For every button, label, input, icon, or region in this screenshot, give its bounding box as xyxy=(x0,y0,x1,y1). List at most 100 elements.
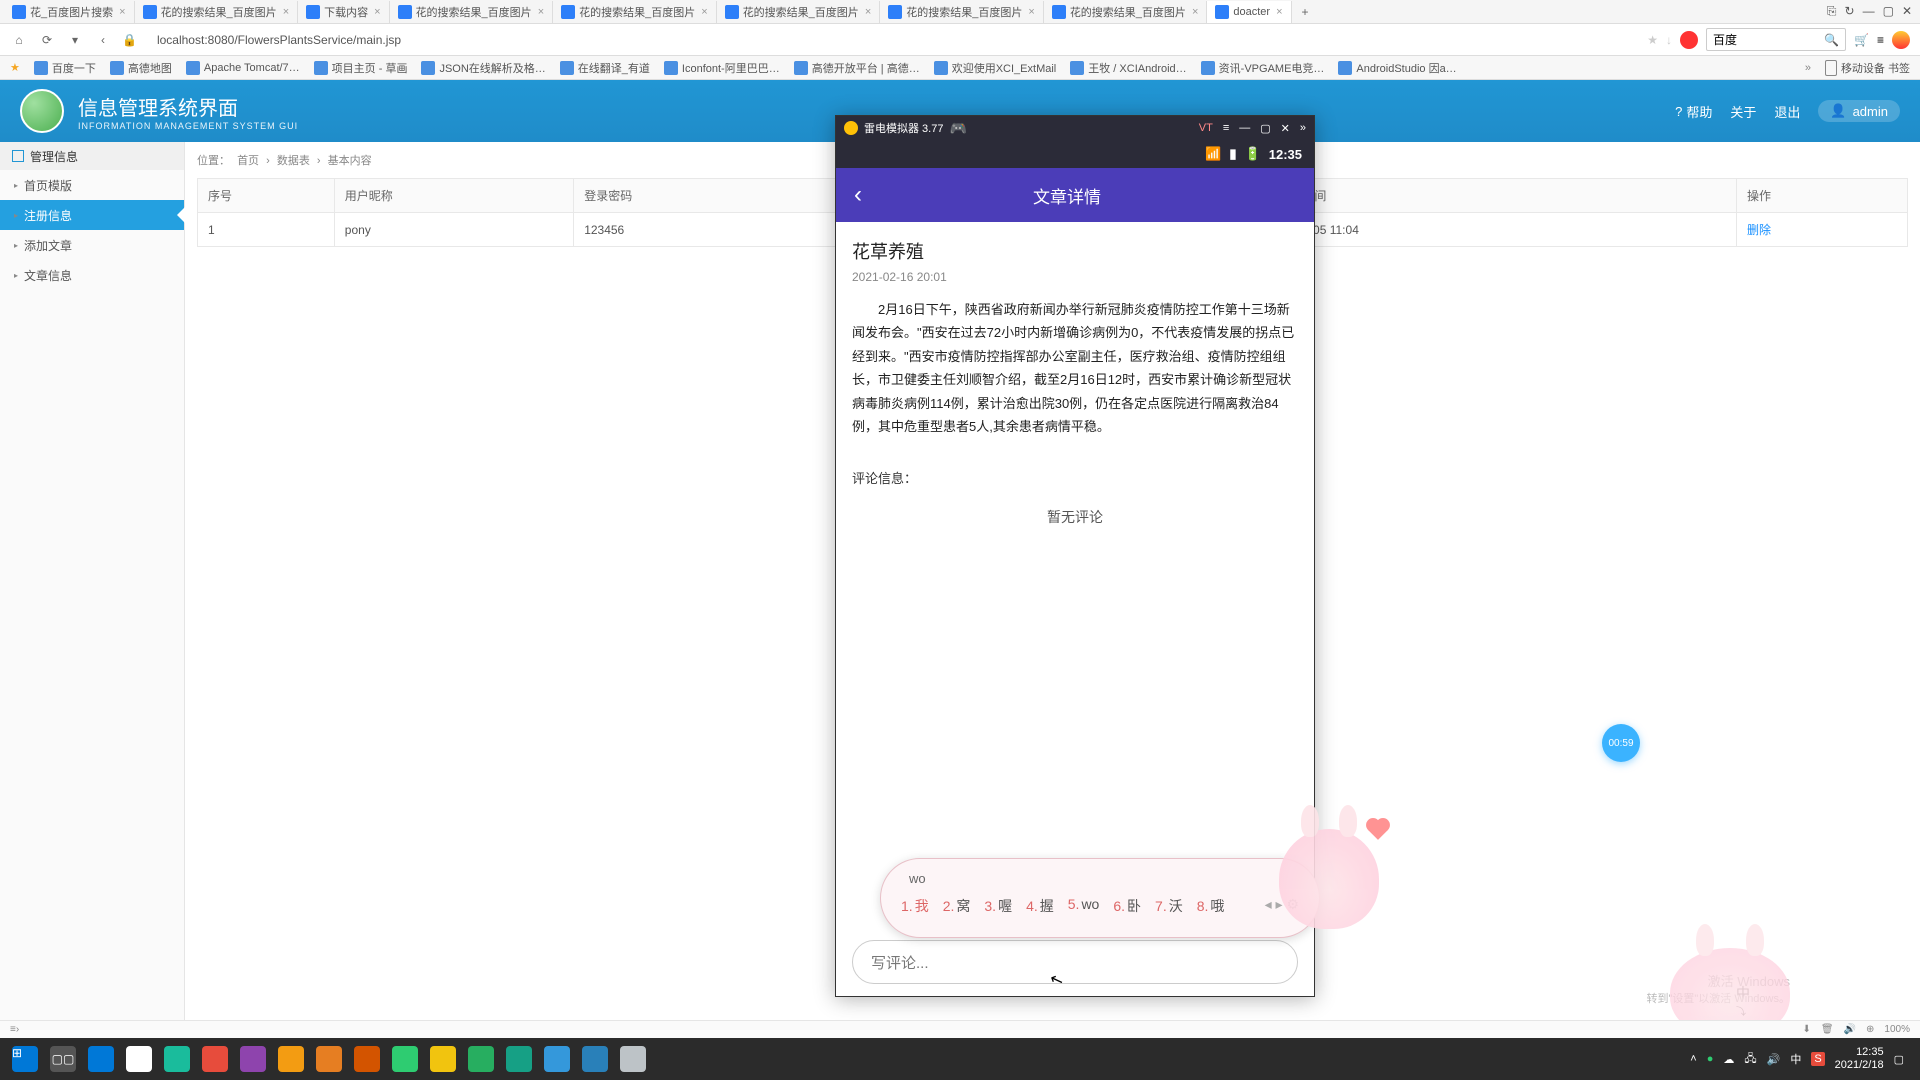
url-field[interactable]: localhost:8080/FlowersPlantsService/main… xyxy=(147,33,401,47)
menu-icon[interactable]: ≡ xyxy=(1877,33,1884,47)
user-pill[interactable]: 👤 admin xyxy=(1818,100,1900,122)
window-control-icon[interactable]: ✕ xyxy=(1902,4,1912,19)
browser-tab[interactable]: 花的搜索结果_百度图片× xyxy=(880,1,1044,23)
taskbar-app-icon[interactable] xyxy=(160,1042,194,1076)
sidebar-item[interactable]: ▸注册信息 xyxy=(0,200,184,230)
browser-tab[interactable]: 花_百度图片搜索× xyxy=(4,1,135,23)
bookmark-item[interactable]: 欢迎使用XCI_ExtMail xyxy=(934,60,1057,76)
cloud-tray-icon[interactable]: ☁ xyxy=(1723,1053,1734,1066)
browser-tab[interactable]: 花的搜索结果_百度图片× xyxy=(135,1,299,23)
cart-icon[interactable]: 🛒 xyxy=(1854,33,1869,47)
recorder-bubble[interactable]: 00:59 xyxy=(1602,724,1640,762)
delete-link[interactable]: 删除 xyxy=(1747,223,1771,237)
taskbar-app-icon[interactable] xyxy=(540,1042,574,1076)
browser-tab[interactable]: 下载内容× xyxy=(298,1,389,23)
zoom-in-icon[interactable]: ⊕ xyxy=(1866,1024,1874,1035)
browser-tab[interactable]: 花的搜索结果_百度图片× xyxy=(390,1,554,23)
sidebar-item[interactable]: ▸首页模版 xyxy=(0,170,184,200)
expand-icon[interactable]: » xyxy=(1300,122,1306,134)
volume-tray-icon[interactable]: 🔊 xyxy=(1767,1053,1781,1066)
ime-candidate[interactable]: 2.窝 xyxy=(943,896,971,916)
bookmark-item[interactable]: 高德开放平台 | 高德… xyxy=(794,60,920,76)
ime-candidate[interactable]: 4.握 xyxy=(1026,896,1054,916)
taskbar-app-icon[interactable] xyxy=(122,1042,156,1076)
profile-avatar[interactable] xyxy=(1680,31,1698,49)
wechat-tray-icon[interactable]: ● xyxy=(1707,1053,1714,1065)
sidebar-item[interactable]: ▸添加文章 xyxy=(0,230,184,260)
star-icon[interactable]: ★ xyxy=(1647,33,1658,47)
window-control-icon[interactable]: ▢ xyxy=(1883,4,1894,19)
logout-link[interactable]: 退出 xyxy=(1774,102,1800,121)
maximize-icon[interactable]: ▢ xyxy=(1260,122,1270,135)
bookmark-item[interactable]: 项目主页 - 草画 xyxy=(314,60,408,76)
browser-tab[interactable]: doacter× xyxy=(1207,1,1291,23)
bookmark-item[interactable]: 百度一下 xyxy=(34,60,96,76)
close-icon[interactable]: × xyxy=(538,6,544,18)
ime-candidate[interactable]: 8.哦 xyxy=(1197,896,1225,916)
close-icon[interactable]: × xyxy=(1276,6,1282,18)
taskbar-app-icon[interactable] xyxy=(236,1042,270,1076)
ime-tray-icon[interactable]: S xyxy=(1811,1052,1824,1066)
close-icon[interactable]: ✕ xyxy=(1281,122,1290,135)
taskbar-app-icon[interactable] xyxy=(464,1042,498,1076)
taskbar-app-icon[interactable] xyxy=(426,1042,460,1076)
bookmark-item[interactable]: 在线翻译_有道 xyxy=(560,60,650,76)
ime-candidate[interactable]: 5.wo xyxy=(1068,896,1100,916)
start-button[interactable]: ⊞ xyxy=(8,1042,42,1076)
taskbar-app-icon[interactable] xyxy=(312,1042,346,1076)
about-link[interactable]: 关于 xyxy=(1730,102,1756,121)
bookmark-item[interactable]: Apache Tomcat/7… xyxy=(186,60,300,76)
mobile-bookmarks[interactable]: 移动设备 书签 xyxy=(1825,60,1910,76)
taskbar-app-icon[interactable] xyxy=(616,1042,650,1076)
taskbar-app-icon[interactable] xyxy=(502,1042,536,1076)
sound-icon[interactable]: 🔊 xyxy=(1844,1024,1856,1035)
dropdown-icon[interactable]: ▾ xyxy=(66,31,84,49)
ime-candidate[interactable]: 1.我 xyxy=(901,896,929,916)
browser-tab[interactable]: 花的搜索结果_百度图片× xyxy=(553,1,717,23)
taskbar-app-icon[interactable] xyxy=(578,1042,612,1076)
ime-popup[interactable]: wo 1.我2.窝3.喔4.握5.wo6.卧7.沃8.哦◂ ▸ ⚙ xyxy=(880,858,1320,938)
bookmark-item[interactable]: 王牧 / XCIAndroid… xyxy=(1070,60,1186,76)
bookmark-item[interactable]: JSON在线解析及格… xyxy=(421,60,545,76)
sidebar-item[interactable]: ▸文章信息 xyxy=(0,260,184,290)
bookmark-item[interactable]: 高德地图 xyxy=(110,60,172,76)
crumb-data[interactable]: 数据表 xyxy=(277,155,310,167)
close-icon[interactable]: × xyxy=(1028,6,1034,18)
home-icon[interactable]: ⌂ xyxy=(10,31,28,49)
down-icon[interactable]: ↓ xyxy=(1666,33,1672,47)
bookmark-item[interactable]: AndroidStudio 因a… xyxy=(1338,60,1456,76)
penguin-icon[interactable] xyxy=(1892,31,1910,49)
window-control-icon[interactable]: ↻ xyxy=(1845,4,1855,19)
star-bookmark-icon[interactable]: ★ xyxy=(10,61,20,74)
tray-chevron-icon[interactable]: ˄ xyxy=(1690,1053,1696,1065)
lang-tray-icon[interactable]: 中 xyxy=(1790,1051,1801,1067)
menu-icon[interactable]: ≡ xyxy=(1223,122,1229,134)
close-icon[interactable]: × xyxy=(119,6,125,18)
taskbar-app-icon[interactable] xyxy=(84,1042,118,1076)
taskbar-app-icon[interactable] xyxy=(274,1042,308,1076)
search-engine-box[interactable]: 百度 🔍 xyxy=(1706,28,1846,51)
ime-candidate[interactable]: 7.沃 xyxy=(1155,896,1183,916)
browser-tab[interactable]: 花的搜索结果_百度图片× xyxy=(717,1,881,23)
close-icon[interactable]: × xyxy=(865,6,871,18)
taskbar-app-icon[interactable] xyxy=(198,1042,232,1076)
system-tray[interactable]: ˄ ● ☁ 🖧 🔊 中 S 12:35 2021/2/18 ▢ xyxy=(1690,1046,1914,1072)
crumb-home[interactable]: 首页 xyxy=(237,155,259,167)
ime-candidate[interactable]: 3.喔 xyxy=(984,896,1012,916)
back-icon[interactable]: ‹ xyxy=(94,31,112,49)
help-link[interactable]: ?帮助 xyxy=(1675,102,1712,121)
close-icon[interactable]: × xyxy=(374,6,380,18)
bookmark-item[interactable]: Iconfont-阿里巴巴… xyxy=(664,60,780,76)
network-tray-icon[interactable]: 🖧 xyxy=(1744,1050,1756,1069)
minimize-icon[interactable]: — xyxy=(1239,122,1250,134)
ime-candidate[interactable]: 6.卧 xyxy=(1113,896,1141,916)
status-menu-icon[interactable]: ≡› xyxy=(10,1024,19,1035)
taskbar-clock[interactable]: 12:35 2021/2/18 xyxy=(1835,1046,1884,1072)
comment-input[interactable]: 写评论... xyxy=(852,940,1298,984)
new-tab-button[interactable]: + xyxy=(1292,5,1319,19)
close-icon[interactable]: × xyxy=(701,6,707,18)
download-icon[interactable]: ⬇ xyxy=(1802,1024,1810,1035)
refresh-icon[interactable]: ⟳ xyxy=(38,31,56,49)
window-control-icon[interactable]: ⎘ xyxy=(1827,4,1837,19)
taskbar-app-icon[interactable] xyxy=(388,1042,422,1076)
